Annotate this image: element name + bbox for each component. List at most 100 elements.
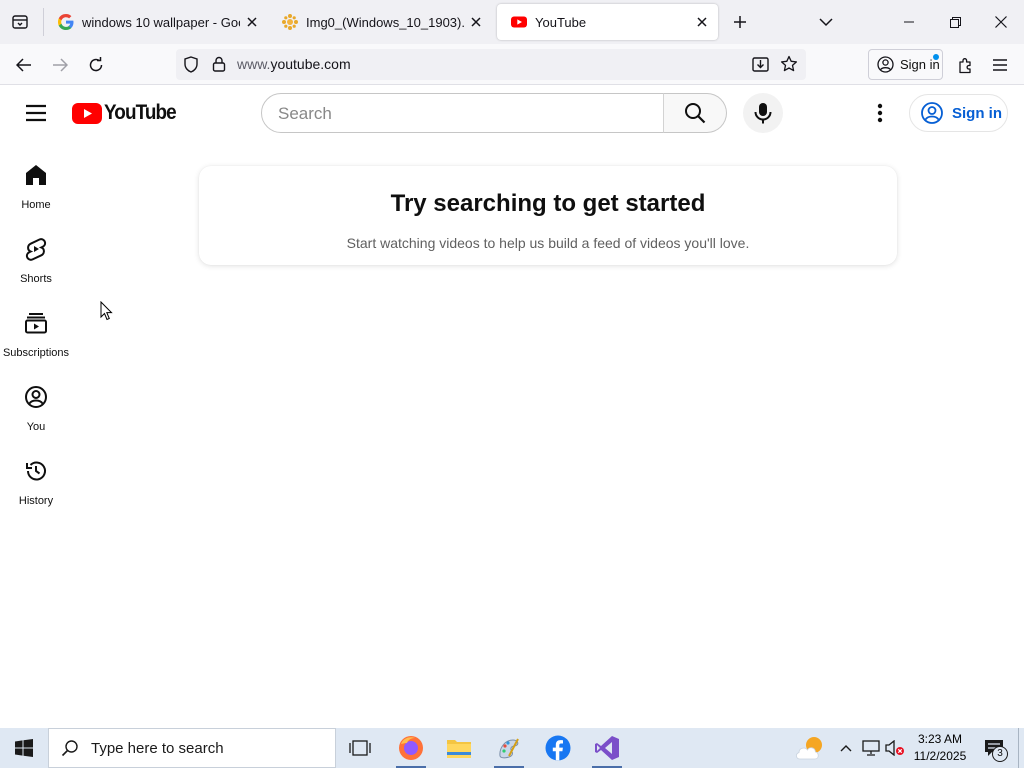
show-hidden-icons[interactable] <box>834 728 858 768</box>
folder-icon <box>447 740 471 758</box>
volume-muted-icon <box>885 740 904 756</box>
paint-icon <box>499 738 519 759</box>
visual-studio-icon <box>595 736 619 760</box>
search-icon <box>61 740 78 757</box>
search-input[interactable]: Search <box>261 93 664 133</box>
windows-taskbar: Type here to search 3:23 AM 11/2/2025 3 <box>0 728 1024 768</box>
notification-dot <box>933 54 939 60</box>
weather-widget[interactable] <box>787 728 835 768</box>
restore-icon[interactable] <box>932 0 978 44</box>
reload-icon[interactable] <box>81 50 111 80</box>
show-desktop-strip[interactable] <box>1018 728 1024 768</box>
list-all-tabs-icon[interactable] <box>811 7 841 37</box>
taskbar-file-explorer[interactable] <box>435 728 483 768</box>
youtube-logo-text: YouTube <box>104 101 177 124</box>
minimize-icon[interactable] <box>886 0 932 44</box>
youtube-signin-button[interactable]: Sign in <box>909 94 1008 132</box>
history-icon <box>26 461 46 481</box>
account-circle-icon <box>921 102 943 124</box>
close-window-icon[interactable] <box>978 0 1024 44</box>
mouse-cursor <box>100 301 113 322</box>
task-view-button[interactable] <box>336 728 384 768</box>
taskbar-search-box[interactable]: Type here to search <box>48 728 336 768</box>
search-icon <box>685 103 706 124</box>
browser-signin-button[interactable]: Sign in <box>868 49 943 80</box>
firefox-icon <box>399 736 423 760</box>
sidebar-item-history[interactable]: History <box>0 457 72 531</box>
taskbar-firefox[interactable] <box>387 728 435 768</box>
youtube-logo-icon <box>72 102 102 124</box>
tab-close-icon[interactable] <box>464 10 488 34</box>
url-domain: youtube.com <box>270 56 351 72</box>
youtube-signin-label: Sign in <box>952 104 1002 122</box>
system-clock[interactable]: 3:23 AM 11/2/2025 <box>912 731 968 765</box>
image-viewer-icon <box>282 14 298 30</box>
tab-close-icon[interactable] <box>240 10 264 34</box>
taskbar-facebook[interactable] <box>534 728 582 768</box>
sidebar-label: Shorts <box>20 273 52 285</box>
chevron-up-icon <box>840 745 852 752</box>
tracking-protection-icon[interactable] <box>183 56 199 73</box>
guide-menu-icon[interactable] <box>20 101 52 125</box>
taskbar-visual-studio[interactable] <box>583 728 631 768</box>
card-subtitle: Start watching videos to help us build a… <box>346 235 750 251</box>
sidebar-label: Home <box>21 199 51 211</box>
app-menu-icon[interactable] <box>985 50 1015 80</box>
browser-tab-strip: windows 10 wallpaper - Google Img0_(Wind… <box>0 0 1024 44</box>
install-app-icon[interactable] <box>752 56 769 73</box>
sidebar-label: Subscriptions <box>2 347 70 359</box>
new-tab-icon[interactable] <box>725 7 755 37</box>
sidebar-label: History <box>18 495 54 507</box>
url-text[interactable]: www.youtube.com <box>237 56 351 72</box>
weather-icon <box>796 737 822 760</box>
task-view-icon <box>349 740 371 756</box>
tab-youtube[interactable]: YouTube <box>497 4 718 40</box>
sidebar-item-shorts[interactable]: Shorts <box>0 235 72 309</box>
action-center-button[interactable]: 3 <box>978 728 1010 768</box>
voice-search-button[interactable] <box>743 93 783 133</box>
microphone-icon <box>754 103 772 124</box>
sidebar-label: You <box>26 421 46 433</box>
tab-title: windows 10 wallpaper - Google <box>82 14 240 30</box>
tab-image[interactable]: Img0_(Windows_10_1903).jpg (J <box>268 4 492 40</box>
forward-icon[interactable] <box>45 50 75 80</box>
clock-time: 3:23 AM <box>917 732 963 746</box>
search-placeholder: Search <box>278 104 332 123</box>
lock-icon[interactable] <box>212 56 226 72</box>
sidebar-item-subscriptions[interactable]: Subscriptions <box>0 309 72 383</box>
tab-title: Img0_(Windows_10_1903).jpg (J <box>306 14 464 30</box>
youtube-icon <box>511 16 527 28</box>
guide-sidebar: Home Shorts Subscriptions You History <box>0 141 72 521</box>
network-status[interactable] <box>859 728 883 768</box>
shorts-icon <box>25 238 47 261</box>
tab-google-search[interactable]: windows 10 wallpaper - Google <box>44 4 268 40</box>
windows-logo-icon <box>15 739 33 757</box>
tab-close-icon[interactable] <box>690 10 714 34</box>
search-button[interactable] <box>663 93 727 133</box>
youtube-logo[interactable]: YouTube <box>72 101 184 125</box>
back-icon[interactable] <box>9 50 39 80</box>
extensions-icon[interactable] <box>950 50 980 80</box>
account-icon <box>877 56 894 73</box>
sidebar-item-you[interactable]: You <box>0 383 72 457</box>
network-icon <box>862 740 880 756</box>
sidebar-item-home[interactable]: Home <box>0 161 72 235</box>
google-icon <box>58 14 74 30</box>
volume-status[interactable] <box>883 728 907 768</box>
bookmark-star-icon[interactable] <box>780 55 798 73</box>
subscriptions-icon <box>25 313 47 334</box>
home-icon <box>26 165 46 185</box>
notification-count-badge: 3 <box>992 746 1008 762</box>
tab-title: YouTube <box>535 14 587 30</box>
start-button[interactable] <box>0 728 48 768</box>
url-host: www. <box>237 56 271 72</box>
address-bar[interactable]: www.youtube.com <box>176 49 806 80</box>
settings-more-icon[interactable] <box>868 101 892 125</box>
taskbar-search-placeholder: Type here to search <box>91 739 224 757</box>
tab-list-icon[interactable] <box>5 7 35 37</box>
facebook-icon <box>545 735 571 761</box>
taskbar-paint[interactable] <box>485 728 533 768</box>
you-icon <box>25 386 47 408</box>
clock-date: 11/2/2025 <box>913 749 967 763</box>
browser-nav-bar: www.youtube.com Sign in <box>0 44 1024 85</box>
